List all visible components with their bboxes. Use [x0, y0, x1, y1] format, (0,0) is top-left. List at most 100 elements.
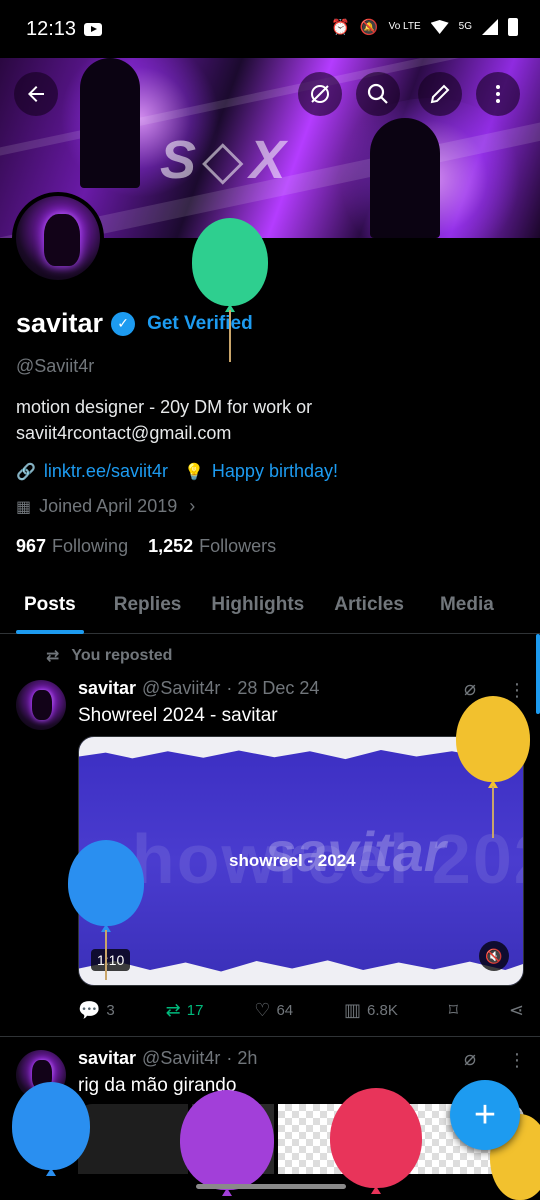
reply-count: 3 [106, 1002, 115, 1019]
follow-stats: 967 Following 1,252 Followers [16, 536, 276, 557]
following-count: 967 [16, 536, 47, 556]
tab-highlights[interactable]: Highlights [211, 576, 304, 633]
tab-media[interactable]: Media [440, 576, 494, 633]
birthday-balloon [12, 1082, 90, 1170]
joined-date: Joined April 2019 [39, 496, 178, 516]
post-actions: 💬 3 ⇄ 17 ♡ 64 ▥ 6.8K ⌑ ⋖ [78, 1000, 524, 1021]
profile-tabs: Posts Replies Highlights Articles Media [0, 576, 540, 634]
profile-website-link[interactable]: linktr.ee/saviit4r [44, 461, 168, 482]
balloon-string [229, 310, 231, 362]
gesture-home-bar[interactable] [196, 1184, 346, 1189]
views-button[interactable]: ▥ 6.8K [344, 1000, 398, 1021]
banner-artwork-text: S◇X [160, 130, 292, 190]
repost-button[interactable]: ⇄ 17 [166, 1000, 204, 1021]
network-label: 5G [458, 21, 472, 32]
grok-button[interactable] [298, 72, 342, 116]
compose-post-button[interactable]: + [450, 1080, 520, 1150]
birthday-balloon [180, 1090, 274, 1190]
balloon-string [492, 786, 494, 838]
post-avatar[interactable] [16, 680, 66, 730]
clock: 12:13 [26, 18, 77, 40]
post-text: Showreel 2024 - savitar [78, 705, 278, 726]
bookmark-icon: ⌑ [448, 1000, 458, 1020]
post-more-icon[interactable]: ⋮ [508, 680, 526, 701]
bookmark-button[interactable]: ⌑ [449, 1000, 458, 1021]
post-author-name[interactable]: savitar [78, 678, 136, 699]
mute-icon: 🔕 [359, 19, 379, 36]
following-link[interactable]: 967 Following [16, 536, 128, 557]
search-icon [367, 83, 388, 104]
post-header: savitar @Saviit4r · 2h [78, 1048, 257, 1069]
balloon-string [105, 930, 107, 980]
post-date: · 28 Dec 24 [226, 678, 320, 698]
reply-icon: 💬 [78, 1000, 101, 1020]
mute-toggle-icon[interactable]: 🔇 [479, 941, 509, 971]
banner-figure [370, 118, 440, 238]
volte-label: Vo LTE [388, 21, 421, 32]
share-button[interactable]: ⋖ [509, 1000, 524, 1021]
profile-name-row: savitar ✓ Get Verified [16, 308, 253, 339]
post-date: · 2h [226, 1048, 258, 1068]
post-more-icon[interactable]: ⋮ [508, 1050, 526, 1071]
repost-icon: ⇄ [46, 648, 60, 665]
like-button[interactable]: ♡ 64 [254, 1000, 293, 1021]
media-thumbnail[interactable] [78, 1104, 188, 1174]
media-title: showreel - 2024 [229, 851, 356, 870]
video-media[interactable]: showreel 2024 savitar showreel - 2024 1:… [78, 736, 524, 986]
signal-icon [482, 19, 498, 35]
tab-posts[interactable]: Posts [16, 576, 84, 634]
post-header: savitar @Saviit4r · 28 Dec 24 [78, 678, 319, 699]
reply-button[interactable]: 💬 3 [78, 1000, 115, 1021]
media-torn-edge [79, 960, 523, 985]
birthday-balloon [192, 218, 268, 306]
grok-icon[interactable]: ⌀ [464, 1046, 476, 1071]
views-icon: ▥ [344, 1000, 362, 1020]
heart-icon: ♡ [254, 1000, 271, 1020]
status-bar: 12:13 ⏰ 🔕 Vo LTE 5G [0, 0, 540, 58]
grok-icon[interactable]: ⌀ [464, 676, 476, 701]
system-icons: ⏰ 🔕 Vo LTE 5G [331, 18, 518, 36]
repost-icon: ⇄ [165, 1000, 181, 1020]
birthday-link[interactable]: Happy birthday! [212, 461, 338, 482]
banner-figure [80, 58, 140, 188]
following-label: Following [52, 536, 129, 556]
back-button[interactable] [14, 72, 58, 116]
like-count: 64 [276, 1002, 294, 1019]
battery-icon [508, 18, 518, 36]
followers-link[interactable]: 1,252 Followers [148, 536, 276, 557]
birthday-balloon [456, 696, 530, 782]
youtube-notification-icon [84, 23, 102, 36]
profile-name: savitar [16, 308, 104, 338]
alarm-icon: ⏰ [331, 19, 350, 36]
calendar-icon: ▦ [16, 498, 32, 516]
verified-badge-icon[interactable]: ✓ [111, 311, 136, 336]
get-verified-link[interactable]: Get Verified [147, 313, 253, 335]
more-vertical-icon [496, 85, 500, 103]
scroll-indicator [536, 634, 540, 714]
grok-icon [311, 85, 329, 103]
post-author-handle: @Saviit4r [142, 1048, 221, 1068]
birthday-balloon [330, 1088, 422, 1188]
tab-articles[interactable]: Articles [334, 576, 404, 633]
view-count: 6.8K [367, 1002, 398, 1019]
joined-row[interactable]: ▦ Joined April 2019 › [16, 496, 195, 517]
plus-icon: + [473, 1093, 497, 1136]
pencil-icon [430, 84, 450, 104]
back-arrow-icon [28, 86, 44, 102]
repost-indicator: ⇄ You reposted [46, 646, 172, 666]
profile-bio: motion designer - 20y DM for work or sav… [16, 397, 313, 443]
birthday-balloon-icon: 💡 [183, 463, 204, 481]
profile-handle: @Saviit4r [16, 356, 95, 376]
tab-replies[interactable]: Replies [114, 576, 182, 633]
post-divider [0, 1036, 540, 1037]
wifi-icon [430, 20, 449, 34]
profile-avatar[interactable] [12, 192, 104, 284]
repost-count: 17 [186, 1002, 204, 1019]
share-icon: ⋖ [508, 1000, 524, 1020]
search-button[interactable] [356, 72, 400, 116]
edit-button[interactable] [418, 72, 462, 116]
more-options-button[interactable] [476, 72, 520, 116]
link-icon: 🔗 [16, 463, 36, 481]
repost-label: You reposted [71, 647, 173, 664]
post-author-name[interactable]: savitar [78, 1048, 136, 1069]
